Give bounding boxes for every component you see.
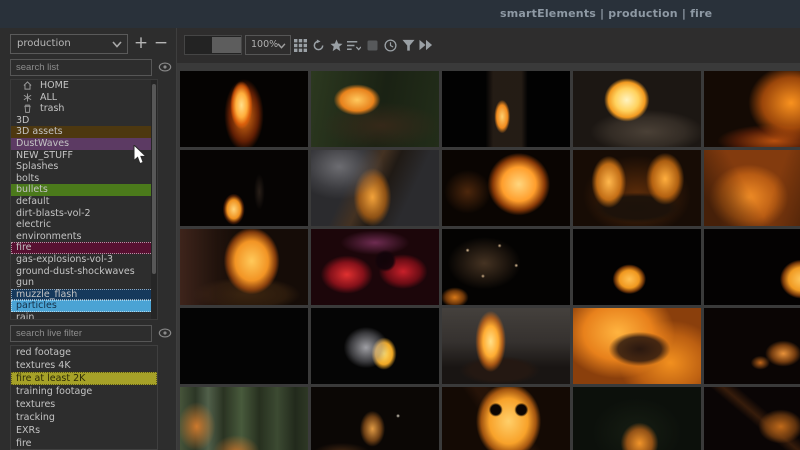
asset-thumbnail[interactable]: [704, 150, 800, 226]
slider-handle[interactable]: [212, 37, 241, 53]
asset-thumbnail[interactable]: [311, 308, 439, 384]
filter-item-red-footage[interactable]: red footage: [11, 346, 157, 359]
mouse-cursor: [133, 145, 148, 165]
filter-icon: [401, 39, 415, 51]
home-icon: [23, 81, 32, 90]
sidebar-item-trash[interactable]: trash: [11, 103, 157, 115]
sidebar-item-all[interactable]: ALL: [11, 92, 157, 104]
title-bar: smartElements | production | fire: [0, 0, 800, 28]
asset-thumbnail[interactable]: [442, 71, 570, 147]
filter-item-exrs[interactable]: EXRs: [11, 424, 157, 437]
skip-forward-icon: [419, 39, 433, 51]
thumbnail-size-slider[interactable]: [184, 35, 242, 55]
sidebar-item-rain[interactable]: rain: [11, 312, 157, 319]
sort-order-button[interactable]: [347, 38, 361, 52]
asset-browser-main: 100%: [177, 28, 800, 450]
asset-thumbnail[interactable]: [180, 229, 308, 305]
asset-thumbnail[interactable]: [311, 387, 439, 450]
sort-order-icon: [347, 40, 361, 50]
asset-thumbnail[interactable]: [442, 308, 570, 384]
add-set-button[interactable]: +: [132, 31, 150, 55]
sidebar-item-3d-assets[interactable]: 3D assets: [11, 126, 157, 138]
sidebar-item-gas-explosions-vol-3[interactable]: gas-explosions-vol-3: [11, 254, 157, 266]
refresh-icon: [313, 39, 323, 50]
filter-item-tracking[interactable]: tracking: [11, 411, 157, 424]
thumbnail-grid: [180, 71, 800, 450]
search-live-filter-input[interactable]: [10, 325, 152, 342]
history-button[interactable]: [383, 38, 397, 52]
asset-thumbnail[interactable]: [442, 150, 570, 226]
history-icon: [383, 38, 397, 52]
filter-item-textures[interactable]: textures: [11, 398, 157, 411]
asset-thumbnail[interactable]: [180, 71, 308, 147]
asset-thumbnail[interactable]: [704, 229, 800, 305]
asset-thumbnail[interactable]: [180, 387, 308, 450]
sidebar-item-dirt-blasts-vol-2[interactable]: dirt-blasts-vol-2: [11, 208, 157, 220]
remove-set-button[interactable]: −: [152, 31, 170, 55]
asset-thumbnail[interactable]: [442, 229, 570, 305]
asset-thumbnail[interactable]: [311, 150, 439, 226]
sidebar: production + − HOME ALL trash 3D 3D asse…: [0, 28, 177, 450]
grid-view-icon: [293, 38, 307, 52]
sidebar-item-bolts[interactable]: bolts: [11, 173, 157, 185]
browser-toolbar: 100%: [177, 28, 800, 63]
filter-item-fire-at-least-2k[interactable]: fire at least 2K: [11, 372, 157, 385]
asset-thumbnail[interactable]: [180, 150, 308, 226]
filter-button[interactable]: [401, 38, 415, 52]
sidebar-item-default[interactable]: default: [11, 196, 157, 208]
trash-icon: [24, 104, 31, 114]
sidebar-item-ground-dust-shockwaves[interactable]: ground-dust-shockwaves: [11, 266, 157, 278]
chevron-down-icon: [277, 43, 286, 49]
filter-item-textures-4k[interactable]: textures 4K: [11, 359, 157, 372]
sidebar-item-3d[interactable]: 3D: [11, 115, 157, 127]
sidebar-item-label: HOME: [40, 80, 69, 91]
filter-item-fire[interactable]: fire: [11, 437, 157, 449]
project-dropdown-value: production: [17, 38, 71, 49]
thumbnail-grid-area: [177, 63, 800, 450]
visibility-eye-icon[interactable]: [158, 61, 172, 73]
asset-thumbnail[interactable]: [311, 71, 439, 147]
filter-item-training-footage[interactable]: training footage: [11, 385, 157, 398]
asset-thumbnail[interactable]: [573, 308, 701, 384]
asset-thumbnail[interactable]: [573, 150, 701, 226]
asset-thumbnail[interactable]: [573, 229, 701, 305]
sidebar-item-fire[interactable]: fire: [11, 242, 157, 254]
sidebar-item-gun[interactable]: gun: [11, 277, 157, 289]
asset-thumbnail[interactable]: [180, 308, 308, 384]
zoom-level-dropdown[interactable]: 100%: [245, 35, 291, 55]
asset-thumbnail[interactable]: [311, 229, 439, 305]
sidebar-item-particles[interactable]: particles: [11, 300, 157, 312]
all-assets-icon: [23, 93, 32, 102]
sidebar-item-home[interactable]: HOME: [11, 80, 157, 92]
search-list-input[interactable]: [10, 59, 152, 76]
grid-view-button[interactable]: [293, 38, 307, 52]
asset-thumbnail[interactable]: [704, 71, 800, 147]
asset-thumbnail[interactable]: [442, 387, 570, 450]
skip-forward-button[interactable]: [419, 38, 433, 52]
sidebar-item-label: ALL: [40, 91, 58, 103]
asset-thumbnail[interactable]: [704, 387, 800, 450]
favorite-star-icon: [329, 38, 343, 51]
sidebar-item-muzzle-flash[interactable]: muzzle_flash: [11, 288, 157, 301]
favorites-button[interactable]: [329, 38, 343, 52]
set-listbox: HOME ALL trash 3D 3D assets DustWaves NE…: [10, 79, 158, 320]
asset-thumbnail[interactable]: [573, 387, 701, 450]
zoom-level-value: 100%: [251, 39, 279, 50]
chevron-down-icon: [112, 41, 122, 48]
listbox-scrollbar[interactable]: [151, 80, 157, 319]
sidebar-item-label: trash: [40, 103, 65, 115]
stop-button[interactable]: [365, 38, 379, 52]
stop-icon: [367, 40, 377, 50]
scrollbar-thumb[interactable]: [152, 84, 156, 274]
sidebar-item-electric[interactable]: electric: [11, 219, 157, 231]
refresh-button[interactable]: [311, 38, 325, 52]
sidebar-item-bullets[interactable]: bullets: [11, 184, 157, 196]
project-dropdown[interactable]: production: [10, 34, 128, 54]
sidebar-item-environments[interactable]: environments: [11, 231, 157, 243]
window-title: smartElements | production | fire: [500, 7, 713, 20]
asset-thumbnail[interactable]: [704, 308, 800, 384]
live-filter-listbox: red footage textures 4K fire at least 2K…: [10, 345, 158, 450]
asset-thumbnail[interactable]: [573, 71, 701, 147]
visibility-eye-icon[interactable]: [158, 327, 172, 339]
